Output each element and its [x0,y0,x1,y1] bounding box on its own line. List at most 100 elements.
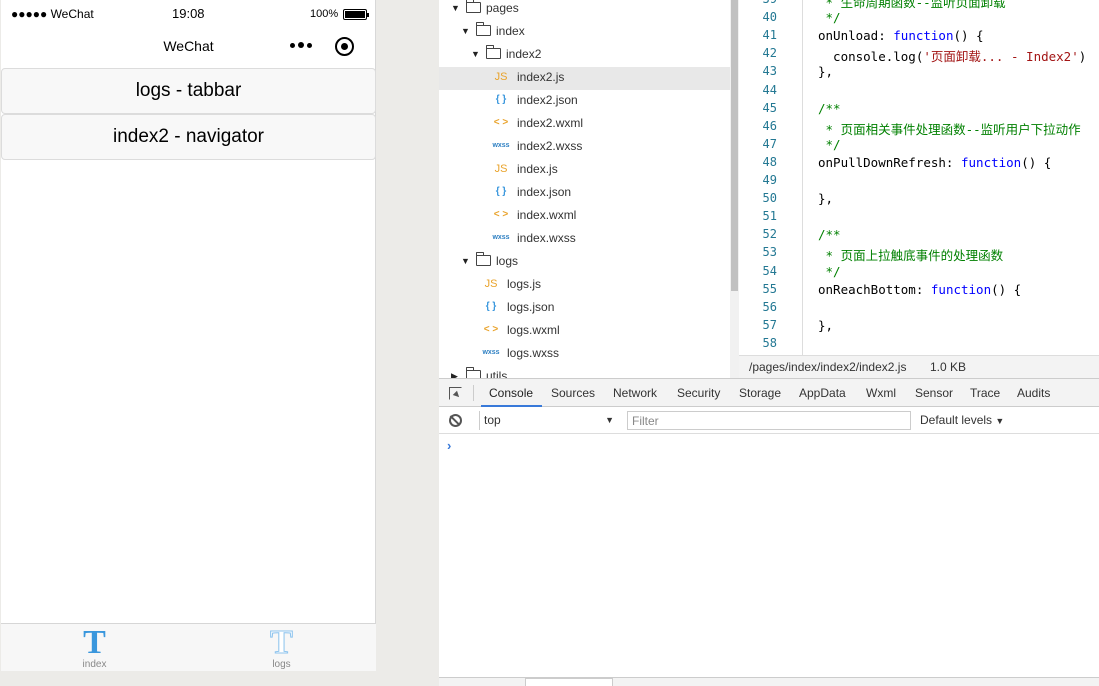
tab-index[interactable]: T index [1,624,188,672]
line-number: 52 [762,227,777,242]
code-line[interactable]: */ [818,10,841,25]
code-token: () { [991,281,1022,297]
inspect-element-icon[interactable] [449,387,462,400]
drawer-tab[interactable] [525,678,613,686]
code-line[interactable]: onReachBottom: function() { [818,282,1021,297]
line-number: 42 [762,46,777,61]
json-file-icon: { } [495,94,507,105]
status-bar: ●●●●● WeChat 19:08 100% [1,0,376,28]
tree-folder-index[interactable]: ▼ index [439,21,730,44]
file-tree: ▼ pages ▼ index ▼ index2 JS index2.js { } index2.… [439,0,730,378]
devtools-tab-bar: Console Sources Network Security Storage AppD… [439,379,1099,407]
code-line[interactable]: * 页面上拉触底事件的处理函数 [818,245,1004,264]
tree-folder-pages[interactable]: ▼ pages [439,0,730,21]
chevron-down-icon[interactable]: ▼ [451,0,460,18]
code-editor[interactable]: 39 40 41 42 43 44 45 46 47 48 49 50 51 52 53 54 55 56 57 58… [739,0,1099,355]
chevron-down-icon[interactable]: ▼ [471,44,480,64]
code-token: () { [953,28,984,44]
folder-open-icon [476,252,491,266]
chevron-down-icon[interactable]: ▼ [461,21,470,41]
js-file-icon: JS [494,163,508,175]
tree-file-index2-wxml[interactable]: < > index2.wxml [439,113,730,136]
code-line[interactable]: /** [818,101,841,116]
tab-console[interactable]: Console [489,386,533,400]
code-line[interactable]: }, [818,64,833,79]
chevron-right-icon[interactable]: ▶ [451,366,458,378]
line-number: 50 [762,191,777,206]
code-line[interactable]: * 页面相关事件处理函数--监听用户下拉动作 [818,119,1081,138]
scrollbar-thumb[interactable] [731,0,738,291]
logs-tabbar-button[interactable]: logs - tabbar [1,68,376,114]
code-token: */ [818,263,841,279]
navigation-bar: WeChat [1,28,376,66]
code-line[interactable]: /** [818,227,841,242]
more-menu-icon[interactable] [290,42,314,50]
close-mini-program-icon[interactable] [335,37,354,56]
tree-file-index-js[interactable]: JS index.js [439,159,730,182]
file-tree-scrollbar[interactable] [730,0,739,378]
file-size: 1.0 KB [930,360,967,374]
js-file-icon: JS [494,71,508,83]
line-number: 56 [762,299,777,314]
tree-file-logs-json[interactable]: { } logs.json [439,297,730,320]
filter-input[interactable] [627,411,911,430]
context-select[interactable]: top ▼ [479,411,614,430]
phone-simulator: ●●●●● WeChat 19:08 100% WeChat logs - ta… [1,0,376,671]
tab-storage[interactable]: Storage [739,386,781,400]
tree-item-label: logs.wxml [507,323,560,337]
tree-item-label: utils [486,369,508,378]
clear-console-icon[interactable] [449,414,462,427]
tab-sensor[interactable]: Sensor [915,386,953,400]
tab-audits[interactable]: Audits [1017,386,1050,400]
tree-file-logs-wxss[interactable]: wxss logs.wxss [439,343,730,366]
chevron-down-icon[interactable]: ▼ [461,251,470,271]
T-icon: T [83,624,106,661]
tree-folder-utils[interactable]: ▶ utils [439,366,730,378]
tree-file-logs-js[interactable]: JS logs.js [439,274,730,297]
code-line[interactable]: */ [818,264,841,279]
tree-file-index-wxml[interactable]: < > index.wxml [439,205,730,228]
code-token: function [930,281,992,297]
wxml-file-icon: < > [493,117,509,128]
folder-icon [466,367,481,378]
log-levels-select[interactable]: Default levels ▼ [920,413,1004,427]
console-toolbar: top ▼ Default levels ▼ [439,408,1099,434]
line-number: 43 [762,64,777,79]
tab-trace[interactable]: Trace [970,386,1000,400]
file-path: /pages/index/index2/index2.js [749,360,907,374]
wxss-file-icon: wxss [492,234,510,241]
code-line[interactable]: }, [818,318,833,333]
code-line[interactable]: * 生命周期函数--监听页面卸载 [818,0,1006,11]
folder-open-icon [466,0,481,13]
tree-file-index2-js[interactable]: JS index2.js [439,67,730,90]
code-token: }, [818,64,834,80]
tab-sources[interactable]: Sources [551,386,595,400]
code-token: */ [818,10,841,26]
code-line[interactable]: onUnload: function() { [818,28,984,43]
tree-item-label: index.json [517,185,572,199]
tree-file-index2-wxss[interactable]: wxss index2.wxss [439,136,730,159]
tab-security[interactable]: Security [677,386,720,400]
code-line[interactable]: */ [818,137,841,152]
line-number: 54 [762,263,777,278]
json-file-icon: { } [495,186,507,197]
code-token: * 页面上拉触底事件的处理函数 [818,248,1004,264]
tab-wxml[interactable]: Wxml [866,386,896,400]
tree-folder-index2[interactable]: ▼ index2 [439,44,730,67]
tab-logs[interactable]: T logs [188,624,375,672]
line-number: 49 [762,173,777,187]
active-tab-indicator [481,405,542,407]
tab-appdata[interactable]: AppData [799,386,846,400]
tree-file-index-wxss[interactable]: wxss index.wxss [439,228,730,251]
console-prompt[interactable]: › [447,438,451,453]
tree-folder-logs[interactable]: ▼ logs [439,251,730,274]
index2-navigator-button[interactable]: index2 - navigator [1,114,376,160]
tree-file-index-json[interactable]: { } index.json [439,182,730,205]
code-line[interactable]: console.log('页面卸载... - Index2') [818,46,1086,65]
code-line[interactable]: }, [818,191,833,206]
tab-network[interactable]: Network [613,386,657,400]
code-line[interactable]: onPullDownRefresh: function() { [818,155,1051,170]
T-icon: T [270,624,294,661]
tree-file-index2-json[interactable]: { } index2.json [439,90,730,113]
tree-file-logs-wxml[interactable]: < > logs.wxml [439,320,730,343]
